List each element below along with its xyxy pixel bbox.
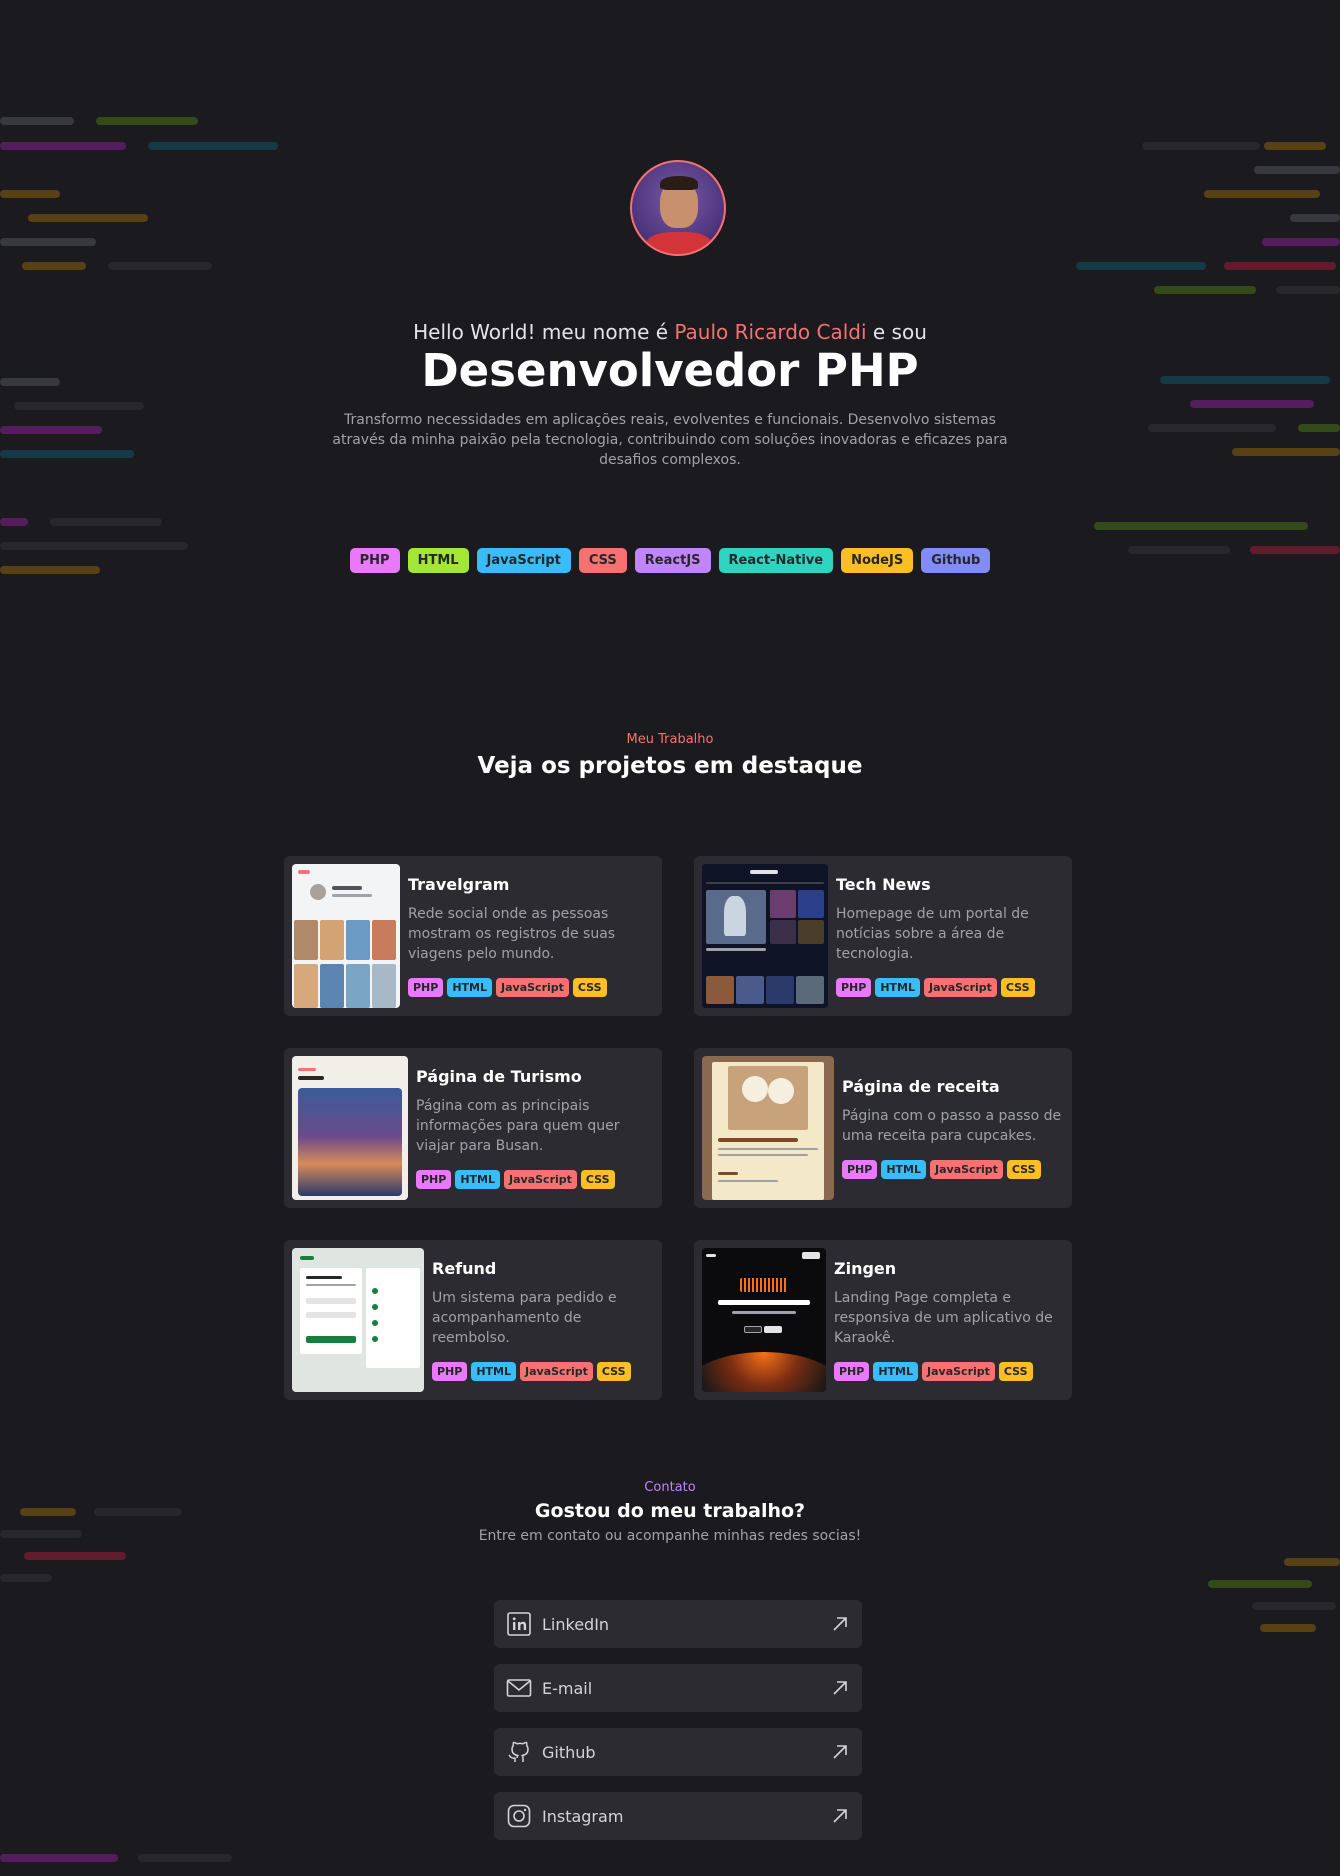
project-tag-javascript: JavaScript	[930, 1160, 1003, 1179]
project-tag-php: PHP	[416, 1170, 452, 1189]
tech-tag-html: HTML	[407, 548, 469, 573]
project-description: Página com o passo a passo de uma receit…	[842, 1108, 1062, 1144]
project-tags: PHP HTML JavaScript CSS	[842, 1160, 1064, 1179]
instagram-icon	[506, 1803, 532, 1829]
external-link-arrow-icon	[830, 1742, 850, 1762]
project-card-pagina-de-turismo[interactable]: Página de Turismo Página com as principa…	[284, 1048, 662, 1208]
project-title: Página de receita	[842, 1077, 1000, 1096]
project-tag-html: HTML	[881, 1160, 927, 1179]
contact-section-label: Contato	[644, 1480, 696, 1495]
contact-label: LinkedIn	[542, 1614, 610, 1634]
tech-tag-css: CSS	[578, 548, 627, 573]
project-title: Refund	[432, 1259, 497, 1278]
project-tag-css: CSS	[1006, 1160, 1041, 1179]
project-tag-javascript: JavaScript	[504, 1170, 577, 1189]
project-tag-php: PHP	[842, 1160, 878, 1179]
external-link-arrow-icon	[830, 1806, 850, 1826]
contact-label: Instagram	[542, 1806, 624, 1826]
external-link-arrow-icon	[830, 1678, 850, 1698]
project-tag-css: CSS	[572, 978, 607, 997]
project-title: Zingen	[834, 1259, 897, 1278]
project-tags: PHP HTML JavaScript CSS	[416, 1170, 654, 1189]
project-tag-html: HTML	[471, 1362, 517, 1381]
project-card-tech-news[interactable]: Tech News Homepage de um portal de notíc…	[694, 856, 1072, 1016]
project-card-pagina-de-receita[interactable]: Página de receita Página com o passo a p…	[694, 1048, 1072, 1208]
refund-thumbnail	[292, 1248, 424, 1392]
project-description: Homepage de um portal de notícias sobre …	[836, 906, 1029, 962]
tech-tag-react-native: React-Native	[718, 548, 834, 573]
turismo-thumbnail	[292, 1056, 408, 1200]
project-title: Página de Turismo	[416, 1067, 582, 1086]
project-tag-javascript: JavaScript	[496, 978, 569, 997]
project-tag-php: PHP	[836, 978, 872, 997]
tech-stack-tags: PHP HTML JavaScript CSS ReactJS React-Native N…	[0, 548, 1340, 573]
tech-tag-nodejs: NodeJS	[841, 548, 914, 573]
project-tag-css: CSS	[580, 1170, 615, 1189]
contact-link-instagram[interactable]: Instagram	[494, 1792, 862, 1840]
project-tag-css: CSS	[596, 1362, 631, 1381]
project-card-zingen[interactable]: Zingen Landing Page completa e responsiv…	[694, 1240, 1072, 1400]
tech-tag-php: PHP	[349, 548, 400, 573]
developer-name: Paulo Ricardo Caldi	[674, 320, 867, 344]
greeting-prefix: Hello World! meu nome é	[413, 320, 669, 344]
tech-tag-github: Github	[921, 548, 991, 573]
greeting-suffix: e sou	[872, 320, 927, 344]
project-tag-javascript: JavaScript	[924, 978, 997, 997]
project-tags: PHP HTML JavaScript CSS	[408, 978, 654, 997]
hero-greeting: Hello World! meu nome é Paulo Ricardo Ca…	[0, 320, 1340, 344]
contact-link-linkedin[interactable]: LinkedIn	[494, 1600, 862, 1648]
project-tag-css: CSS	[998, 1362, 1033, 1381]
project-tags: PHP HTML JavaScript CSS	[836, 978, 1064, 997]
project-tag-php: PHP	[432, 1362, 468, 1381]
project-description: Um sistema para pedido e acompanhamento …	[432, 1290, 617, 1346]
project-tag-php: PHP	[408, 978, 444, 997]
profile-avatar	[630, 160, 726, 256]
contact-link-github[interactable]: Github	[494, 1728, 862, 1776]
contact-label: Github	[542, 1742, 596, 1762]
project-tag-javascript: JavaScript	[922, 1362, 995, 1381]
project-tag-html: HTML	[455, 1170, 501, 1189]
project-tag-html: HTML	[447, 978, 493, 997]
project-tags: PHP HTML JavaScript CSS	[432, 1362, 654, 1381]
travelgram-thumbnail	[292, 864, 400, 1008]
project-tag-php: PHP	[834, 1362, 870, 1381]
project-description: Rede social onde as pessoas mostram os r…	[408, 906, 616, 962]
project-description: Página com as principais informações par…	[416, 1098, 620, 1154]
hero-title: Desenvolvedor PHP	[421, 344, 919, 397]
project-title: Tech News	[836, 875, 931, 894]
project-title: Travelgram	[408, 875, 510, 894]
contact-section-title: Gostou do meu trabalho?	[534, 1500, 806, 1522]
external-link-arrow-icon	[830, 1614, 850, 1634]
tech-tag-reactjs: ReactJS	[634, 548, 711, 573]
linkedin-icon	[506, 1611, 532, 1637]
tech-tag-javascript: JavaScript	[476, 548, 571, 573]
project-tags: PHP HTML JavaScript CSS	[834, 1362, 1064, 1381]
project-tag-css: CSS	[1000, 978, 1035, 997]
contact-label: E-mail	[542, 1678, 593, 1698]
zingen-thumbnail	[702, 1248, 826, 1392]
github-icon	[506, 1739, 532, 1765]
hero-description: Transformo necessidades em aplicações re…	[332, 412, 1008, 468]
project-card-travelgram[interactable]: Travelgram Rede social onde as pessoas m…	[284, 856, 662, 1016]
contact-section-subtitle: Entre em contato ou acompanhe minhas red…	[478, 1528, 862, 1544]
project-card-refund[interactable]: Refund Um sistema para pedido e acompanh…	[284, 1240, 662, 1400]
project-tag-javascript: JavaScript	[520, 1362, 593, 1381]
project-tag-html: HTML	[873, 1362, 919, 1381]
projects-section-label: Meu Trabalho	[626, 732, 714, 747]
receita-thumbnail	[702, 1056, 834, 1200]
project-tag-html: HTML	[875, 978, 921, 997]
project-description: Landing Page completa e responsiva de um…	[834, 1290, 1053, 1346]
projects-section-title: Veja os projetos em destaque	[477, 753, 863, 779]
mail-icon	[506, 1675, 532, 1701]
tech-news-thumbnail	[702, 864, 828, 1008]
contact-link-email[interactable]: E-mail	[494, 1664, 862, 1712]
